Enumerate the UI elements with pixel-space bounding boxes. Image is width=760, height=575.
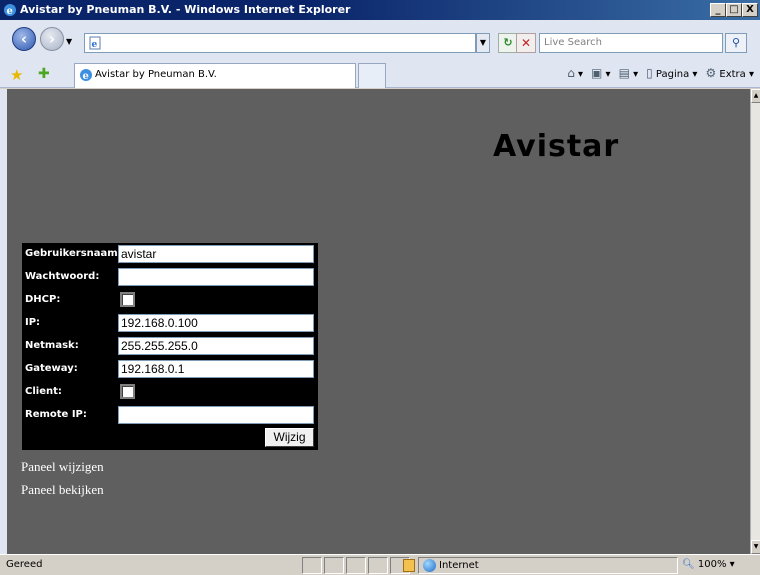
- client-row: Client:: [22, 381, 318, 403]
- page-icon: ▯: [646, 66, 653, 80]
- netmask-input[interactable]: 255.255.255.0: [118, 337, 314, 355]
- status-text: Gereed: [6, 559, 43, 570]
- page-heading: Avistar: [493, 129, 620, 164]
- password-input[interactable]: [118, 268, 314, 286]
- ip-label: IP:: [25, 317, 41, 328]
- remote-ip-input[interactable]: [118, 406, 314, 424]
- feed-icon: ▣: [591, 66, 603, 80]
- address-dropdown-button[interactable]: ▼: [476, 33, 490, 53]
- maximize-button[interactable]: □: [726, 3, 742, 17]
- zoom-icon: 🔍︎: [682, 559, 695, 570]
- protected-mode-icon: [403, 559, 415, 572]
- gear-icon: ⚙: [705, 66, 717, 80]
- page-content: Avistar Gebruikersnaam: avistar Wachtwoo…: [7, 89, 750, 554]
- client-checkbox[interactable]: [120, 384, 135, 399]
- page-menu[interactable]: ▯ Pagina ▾: [646, 66, 697, 80]
- gateway-label: Gateway:: [25, 363, 78, 374]
- gateway-input[interactable]: 192.168.0.1: [118, 360, 314, 378]
- username-input[interactable]: avistar: [118, 245, 314, 263]
- ip-row: IP: 192.168.0.100: [22, 312, 318, 334]
- minimize-button[interactable]: _: [710, 3, 726, 17]
- svg-text:e: e: [83, 71, 89, 82]
- home-icon: ⌂: [567, 66, 575, 80]
- netmask-row: Netmask: 255.255.255.0: [22, 335, 318, 357]
- refresh-button[interactable]: ↻: [498, 33, 518, 53]
- printer-icon: ▤: [618, 66, 630, 80]
- address-toolbar: ‹ › ▼ e ▼ ↻ ✕ Live Search ⚲: [0, 20, 760, 60]
- tab-toolbar: ★ ✚ e Avistar by Pneuman B.V. ⌂ ▾ ▣ ▾ ▤ …: [0, 60, 760, 88]
- ie-logo-icon: e: [80, 69, 92, 82]
- remote-ip-label: Remote IP:: [25, 409, 87, 420]
- status-bar: Gereed Internet 🔍︎ 100% ▾: [0, 554, 760, 575]
- forward-button[interactable]: ›: [40, 27, 64, 51]
- dhcp-label: DHCP:: [25, 294, 61, 305]
- svg-text:e: e: [7, 6, 13, 17]
- scroll-down-button[interactable]: ▼: [751, 540, 760, 554]
- zone-label: Internet: [439, 560, 479, 571]
- submit-button[interactable]: Wijzig: [265, 428, 314, 447]
- globe-icon: [423, 559, 436, 572]
- password-row: Wachtwoord:: [22, 266, 318, 288]
- svg-text:e: e: [92, 40, 98, 50]
- address-input[interactable]: e: [84, 33, 476, 53]
- username-label: Gebruikersnaam:: [25, 248, 122, 259]
- link-view-panel[interactable]: Paneel bekijken: [21, 482, 104, 498]
- scroll-up-button[interactable]: ▲: [751, 89, 760, 103]
- add-favorite-icon[interactable]: ✚: [38, 66, 50, 82]
- dhcp-checkbox[interactable]: [120, 292, 135, 307]
- zoom-control[interactable]: 🔍︎ 100% ▾: [682, 559, 735, 570]
- search-input[interactable]: Live Search: [539, 33, 723, 53]
- vertical-scrollbar[interactable]: ▲ ▼: [750, 89, 760, 554]
- home-button[interactable]: ⌂ ▾: [567, 66, 583, 80]
- window-title: Avistar by Pneuman B.V. - Windows Intern…: [20, 3, 351, 16]
- print-button[interactable]: ▤ ▾: [619, 66, 639, 80]
- feeds-button[interactable]: ▣ ▾: [591, 66, 611, 80]
- back-button[interactable]: ‹: [12, 27, 36, 51]
- dhcp-row: DHCP:: [22, 289, 318, 311]
- link-edit-panel[interactable]: Paneel wijzigen: [21, 459, 104, 475]
- search-button[interactable]: ⚲: [725, 33, 747, 53]
- gateway-row: Gateway: 192.168.0.1: [22, 358, 318, 380]
- tab-current[interactable]: e Avistar by Pneuman B.V.: [74, 63, 356, 88]
- stop-button[interactable]: ✕: [516, 33, 536, 53]
- new-tab-button[interactable]: [358, 63, 386, 88]
- security-zone[interactable]: Internet: [403, 557, 678, 574]
- tools-menu[interactable]: ⚙ Extra ▾: [705, 66, 754, 80]
- tab-title: Avistar by Pneuman B.V.: [95, 69, 217, 80]
- username-row: Gebruikersnaam: avistar: [22, 243, 318, 265]
- netmask-label: Netmask:: [25, 340, 79, 351]
- favorites-star-icon[interactable]: ★: [10, 66, 23, 84]
- page-icon: e: [89, 36, 101, 50]
- client-label: Client:: [25, 386, 62, 397]
- ie-logo-icon: e: [4, 4, 16, 17]
- ip-input[interactable]: 192.168.0.100: [118, 314, 314, 332]
- close-button[interactable]: X: [742, 3, 758, 17]
- remote-ip-row: Remote IP:: [22, 404, 318, 426]
- window-title-bar: e Avistar by Pneuman B.V. - Windows Inte…: [0, 0, 760, 20]
- network-settings-form: Gebruikersnaam: avistar Wachtwoord: DHCP…: [22, 243, 318, 450]
- password-label: Wachtwoord:: [25, 271, 100, 282]
- history-dropdown-icon[interactable]: ▼: [66, 37, 72, 46]
